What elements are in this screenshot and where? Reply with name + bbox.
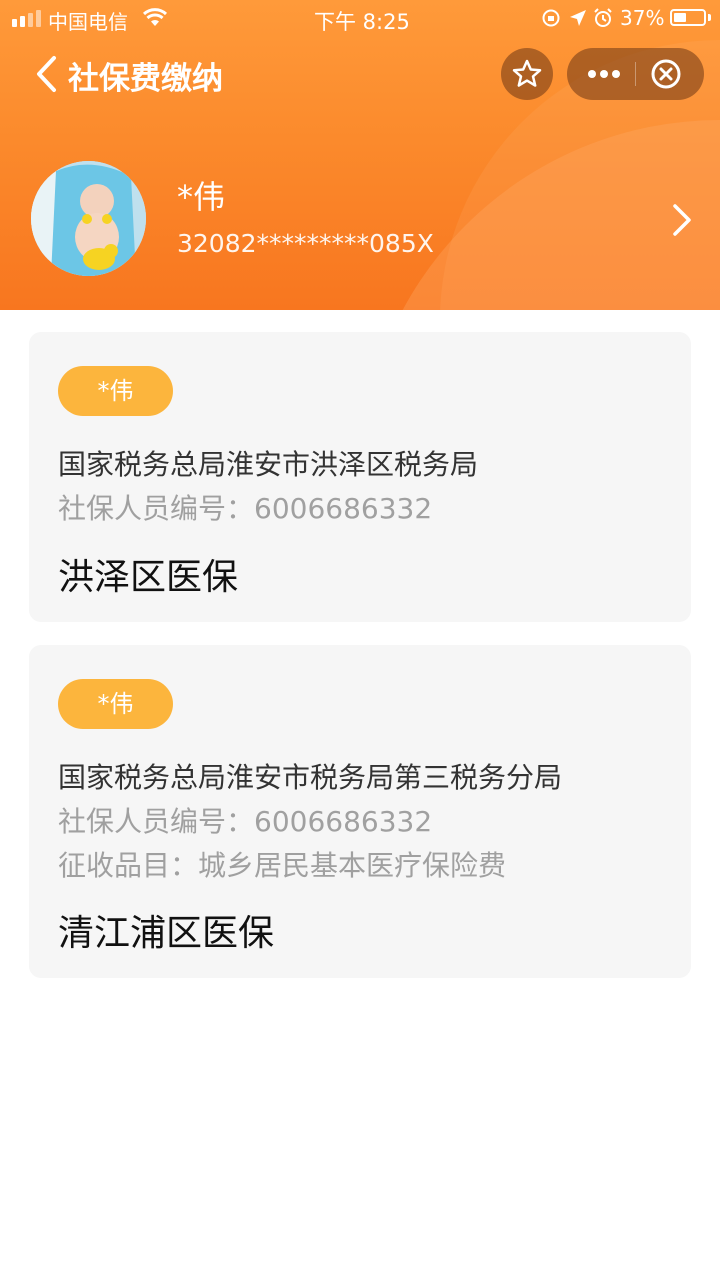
signal-icon (12, 10, 41, 27)
battery-nub (708, 14, 711, 21)
name-tag: *伟 (58, 366, 173, 416)
location-icon (570, 10, 586, 26)
status-bar: 中国电信 下午 8:25 37% (0, 0, 720, 40)
member-id: 社保人员编号：6006686332 (58, 492, 433, 525)
rotation-lock-icon (542, 9, 560, 27)
avatar[interactable] (31, 161, 146, 276)
capsule-divider (635, 62, 636, 86)
battery-icon (670, 9, 706, 26)
tax-bureau-name: 国家税务总局淮安市税务局第三税务分局 (58, 761, 563, 794)
clock: 下午 8:25 (314, 10, 410, 34)
insurance-region-title: 洪泽区医保 (58, 557, 239, 598)
chevron-left-icon[interactable] (32, 54, 62, 94)
tax-bureau-name: 国家税务总局淮安市洪泽区税务局 (58, 448, 479, 481)
chevron-right-icon[interactable] (670, 203, 694, 237)
close-circle-icon[interactable] (650, 58, 682, 90)
alarm-icon (594, 8, 612, 27)
star-icon (512, 59, 542, 87)
profile-name: *伟 (177, 178, 226, 216)
profile-id-number: 32082*********085X (177, 229, 434, 258)
mini-program-capsule (567, 48, 704, 100)
header-banner: 中国电信 下午 8:25 37% 社保费缴纳 *伟 32082*********… (0, 0, 720, 310)
battery-percent: 37% (620, 6, 665, 30)
wifi-icon (142, 8, 168, 26)
member-id: 社保人员编号：6006686332 (58, 805, 433, 838)
page-title: 社保费缴纳 (68, 61, 223, 97)
more-dots-icon[interactable] (587, 66, 621, 82)
name-tag: *伟 (58, 679, 173, 729)
favorite-button[interactable] (501, 48, 553, 100)
insurance-card[interactable]: *伟 国家税务总局淮安市税务局第三税务分局 社保人员编号：6006686332 … (29, 645, 691, 978)
insurance-card[interactable]: *伟 国家税务总局淮安市洪泽区税务局 社保人员编号：6006686332 洪泽区… (29, 332, 691, 622)
carrier-label: 中国电信 (48, 10, 128, 34)
avatar-photo (31, 161, 146, 276)
collection-item: 征收品目：城乡居民基本医疗保险费 (58, 849, 507, 882)
insurance-region-title: 清江浦区医保 (58, 913, 275, 954)
